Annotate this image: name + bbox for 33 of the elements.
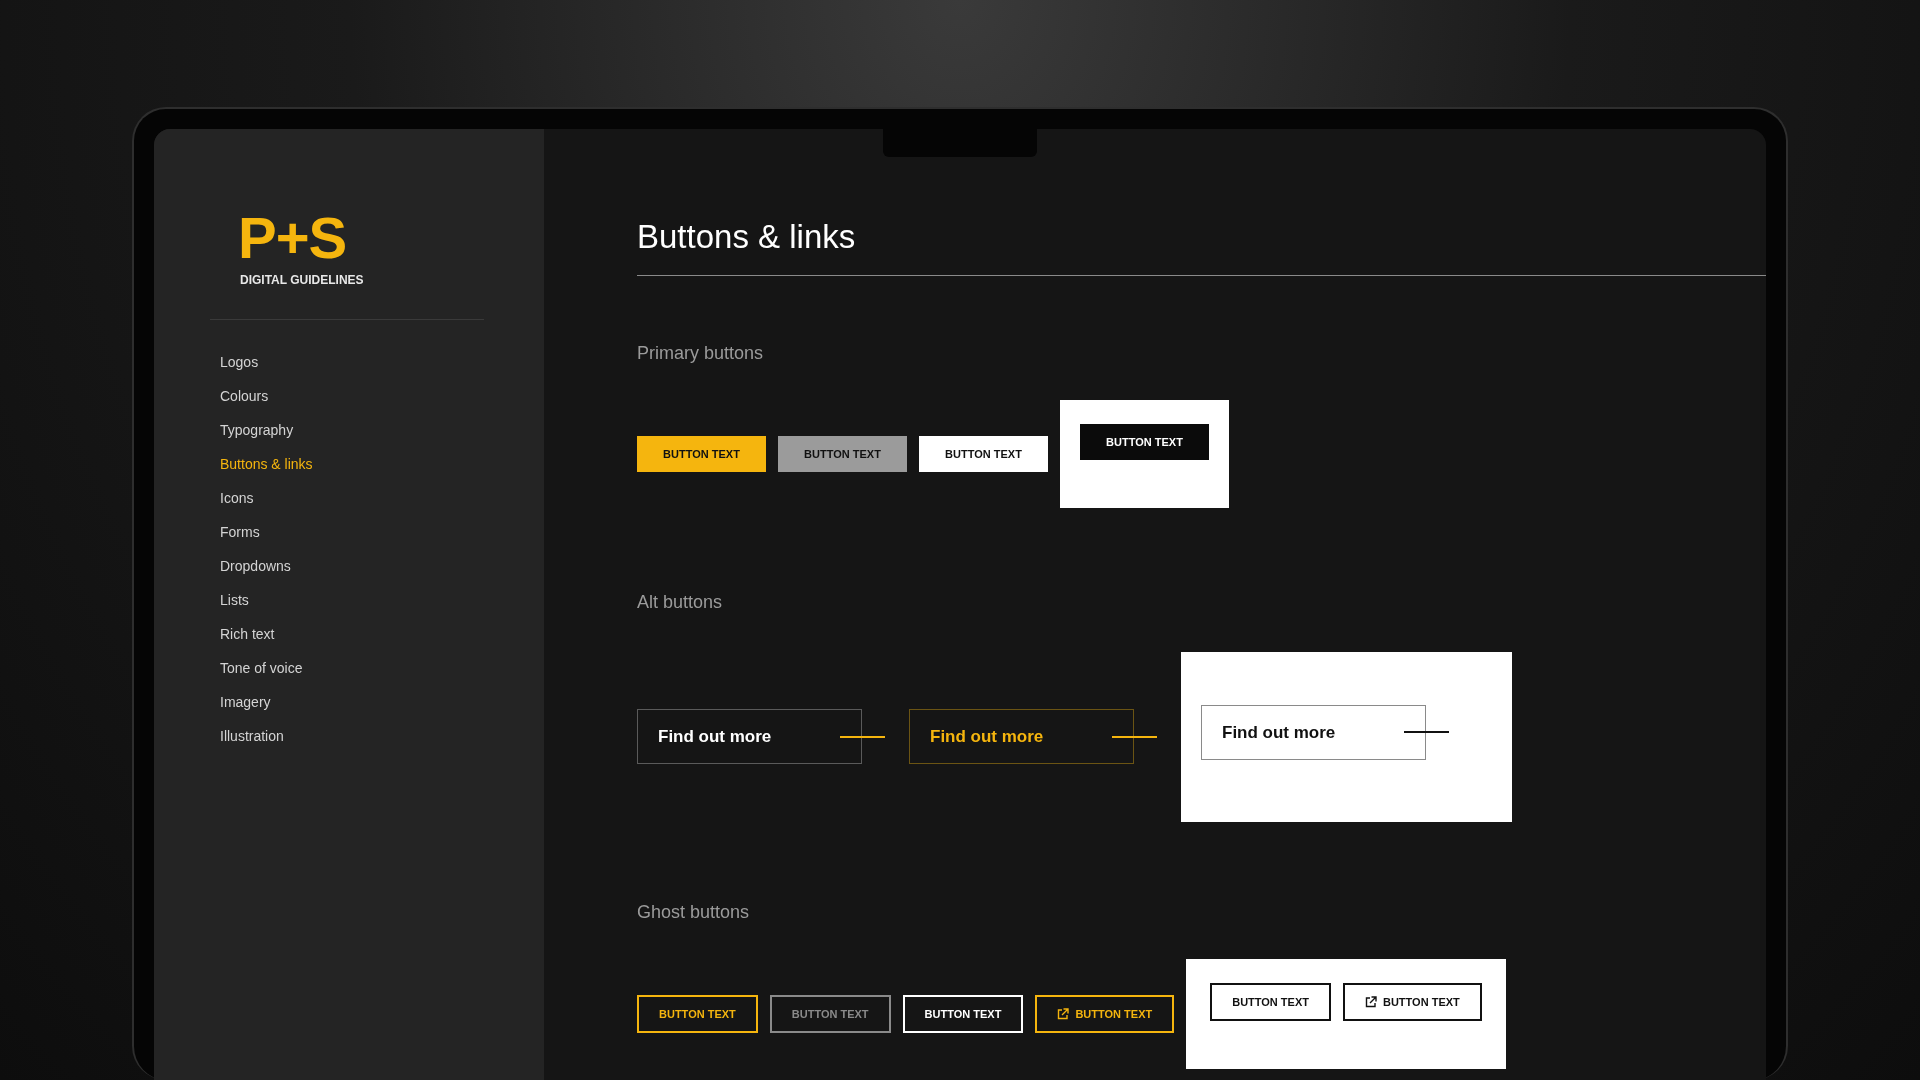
button[interactable]: BUTTON TEXT: [769, 995, 891, 1034]
logo-subtitle: DIGITAL GUIDELINES: [239, 272, 365, 289]
external-link-icon: [1057, 1008, 1070, 1021]
button[interactable]: BUTTON TEXT: [919, 436, 1048, 473]
button[interactable]: BUTTON TEXT: [1343, 983, 1482, 1022]
button[interactable]: BUTTON TEXT: [637, 995, 758, 1034]
sidebar-link[interactable]: Lists: [220, 590, 249, 610]
button[interactable]: Find out more: [1201, 704, 1426, 760]
sidebar-link[interactable]: Rich text: [220, 624, 275, 644]
sidebar-link[interactable]: Colours: [220, 386, 269, 406]
button[interactable]: BUTTON TEXT: [1210, 983, 1331, 1022]
sidebar-link[interactable]: Illustration: [220, 726, 284, 746]
sidebar-link[interactable]: Forms: [220, 522, 260, 542]
sidebar-link[interactable]: Buttons & links: [220, 454, 313, 474]
button[interactable]: Find out more: [637, 709, 862, 765]
button[interactable]: BUTTON TEXT: [902, 995, 1024, 1034]
sidebar-link[interactable]: Dropdowns: [220, 556, 291, 576]
section-heading: Primary buttons: [637, 342, 765, 365]
sidebar-link[interactable]: Tone of voice: [220, 658, 303, 678]
sidebar-link[interactable]: Typography: [220, 420, 294, 440]
logo: P+S: [238, 209, 348, 267]
button[interactable]: BUTTON TEXT: [1080, 424, 1209, 461]
section-heading: Ghost buttons: [637, 901, 751, 924]
button[interactable]: Find out more: [909, 709, 1134, 765]
sidebar-link[interactable]: Imagery: [220, 692, 271, 712]
sidebar-link[interactable]: Logos: [220, 352, 259, 372]
external-link-icon: [1365, 996, 1377, 1009]
page-title: Buttons & links: [637, 217, 857, 257]
section-heading: Alt buttons: [637, 592, 724, 614]
button[interactable]: BUTTON TEXT: [637, 436, 766, 473]
sidebar-link[interactable]: Icons: [220, 488, 254, 508]
button[interactable]: BUTTON TEXT: [778, 436, 907, 473]
button[interactable]: BUTTON TEXT: [1035, 995, 1175, 1034]
